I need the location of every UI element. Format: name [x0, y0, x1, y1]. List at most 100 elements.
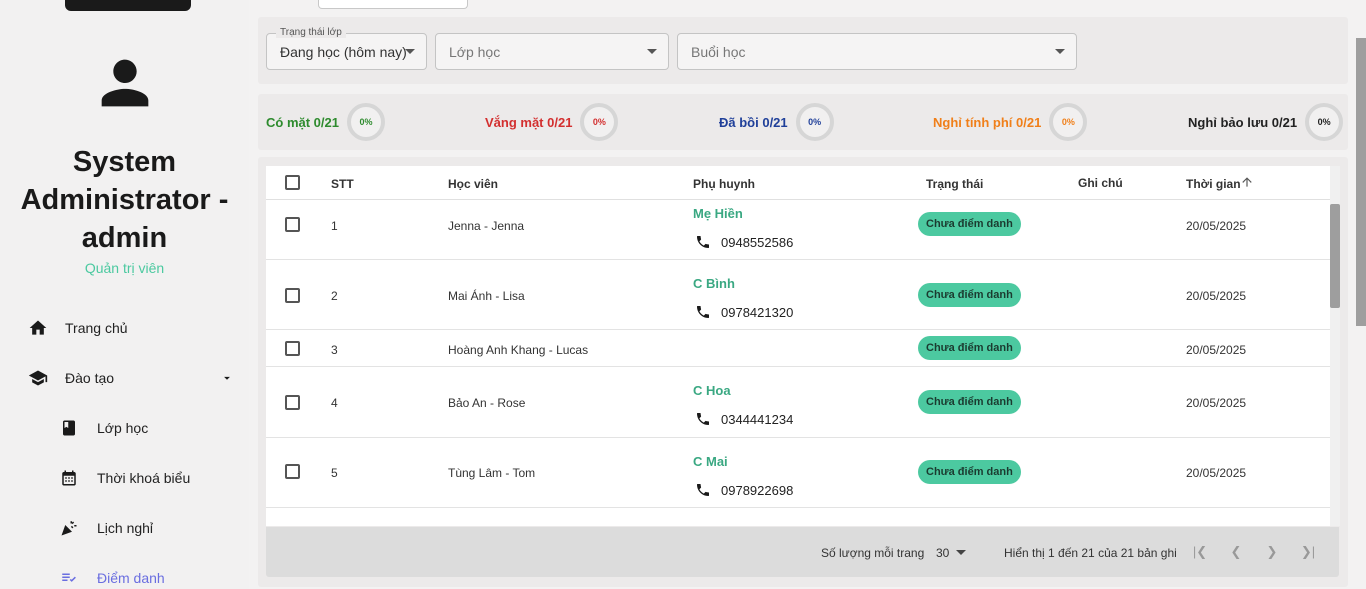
table-row: 5 Tùng Lâm - Tom C Mai 0978922698 Chưa đ…: [266, 438, 1330, 508]
progress-ring: 0%: [1305, 103, 1344, 141]
header-parent: Phụ huynh: [693, 177, 755, 191]
table-header: STT Học viên Phụ huynh Trạng thái Ghi ch…: [266, 166, 1330, 200]
stat-label: Có mặt 0/21: [266, 114, 339, 130]
progress-ring: 0%: [580, 103, 619, 141]
cell-student: Bảo An - Rose: [448, 396, 526, 410]
last-page-icon[interactable]: ❯|: [1300, 544, 1316, 560]
prev-page-icon[interactable]: ❮: [1228, 544, 1244, 560]
cell-time: 20/05/2025: [1186, 396, 1247, 410]
cell-student: Tùng Lâm - Tom: [448, 466, 536, 480]
status-badge[interactable]: Chưa điểm danh: [918, 460, 1021, 484]
cell-parent-name[interactable]: C Hoa: [693, 383, 731, 398]
book-icon: [59, 418, 79, 438]
cell-parent-name[interactable]: C Mai: [693, 454, 728, 469]
status-badge[interactable]: Chưa điểm danh: [918, 390, 1021, 414]
person-icon: [101, 59, 149, 107]
next-page-icon[interactable]: ❯: [1264, 544, 1280, 560]
cell-stt: 2: [331, 289, 338, 303]
stat-reserved-leave: Nghỉ bảo lưu 0/21 0%: [1188, 103, 1344, 141]
cell-phone: 0978922698: [721, 483, 794, 498]
class-status-value: Đang học (hôm nay): [280, 43, 407, 60]
table-row: 2 Mai Ánh - Lisa C Bình 0978421320 Chưa …: [266, 260, 1330, 330]
header-status: Trạng thái: [926, 177, 984, 191]
cell-stt: 4: [331, 396, 338, 410]
row-checkbox[interactable]: [285, 341, 300, 356]
first-page-icon[interactable]: |❮: [1192, 544, 1208, 560]
row-checkbox[interactable]: [285, 395, 300, 410]
phone-icon: [695, 482, 711, 498]
dropdown-arrow-icon: [1055, 49, 1065, 54]
user-role: Quản trị viên: [84, 260, 165, 276]
nav-item-attendance[interactable]: Điểm danh: [0, 558, 249, 589]
nav-item-training[interactable]: Đào tạo: [0, 358, 249, 398]
per-page-label: Số lượng mỗi trang: [821, 546, 925, 560]
cell-parent-name[interactable]: Mẹ Hiền: [693, 206, 743, 221]
pagination-bar: Số lượng mỗi trang 30 Hiển thị 1 đến 21 …: [266, 527, 1339, 577]
cell-phone: 0948552586: [721, 235, 794, 250]
session-placeholder: Buổi học: [691, 43, 746, 60]
cell-parent-name[interactable]: C Bình: [693, 276, 735, 291]
progress-ring: 0%: [1049, 103, 1088, 141]
cell-student: Hoàng Anh Khang - Lucas: [448, 343, 589, 357]
cell-time: 20/05/2025: [1186, 343, 1247, 357]
row-checkbox[interactable]: [285, 288, 300, 303]
nav-label-attendance: Điểm danh: [97, 570, 165, 586]
nav-item-timetable[interactable]: Thời khoá biểu: [0, 458, 249, 498]
status-badge[interactable]: Chưa điểm danh: [918, 283, 1021, 307]
cell-stt: 5: [331, 466, 338, 480]
stat-paid-leave: Nghỉ tính phí 0/21 0%: [933, 103, 1088, 141]
cell-student: Jenna - Jenna: [448, 219, 525, 233]
page-scrollbar-thumb[interactable]: [1356, 38, 1366, 326]
dropdown-arrow-icon: [647, 49, 657, 54]
stat-makeup: Đã bồi 0/21 0%: [719, 103, 834, 141]
cell-stt: 1: [331, 219, 338, 233]
phone-icon: [695, 411, 711, 427]
cell-student: Mai Ánh - Lisa: [448, 289, 525, 303]
cell-time: 20/05/2025: [1186, 219, 1247, 233]
phone-icon: [695, 234, 711, 250]
header-time[interactable]: Thời gian: [1186, 177, 1241, 191]
per-page-select[interactable]: 30: [936, 546, 949, 560]
header-stt: STT: [331, 177, 354, 191]
stat-label: Nghỉ bảo lưu 0/21: [1188, 114, 1298, 130]
stat-present: Có mặt 0/21 0%: [266, 103, 385, 141]
row-checkbox[interactable]: [285, 464, 300, 479]
table-row: 4 Bảo An - Rose C Hoa 0344441234 Chưa đi…: [266, 367, 1330, 438]
session-select[interactable]: Buổi học: [677, 33, 1077, 70]
nav-item-classes[interactable]: Lớp học: [0, 408, 249, 448]
home-icon: [28, 318, 48, 338]
progress-ring: 0%: [346, 103, 385, 141]
header-student: Học viên: [448, 177, 499, 191]
stat-label: Đã bồi 0/21: [719, 114, 788, 130]
page-range: Hiển thị 1 đến 21 của 21 bản ghi: [1004, 546, 1177, 560]
nav-label-timetable: Thời khoá biểu: [97, 470, 191, 486]
table-row: 1 Jenna - Jenna Mẹ Hiền 0948552586 Chưa …: [266, 200, 1330, 260]
class-select[interactable]: Lớp học: [435, 33, 669, 70]
nav-item-leave[interactable]: Lịch nghỉ: [0, 508, 249, 548]
per-page-caret-icon[interactable]: [956, 550, 966, 555]
select-all-checkbox[interactable]: [285, 175, 300, 190]
class-status-select[interactable]: Trạng thái lớp Đang học (hôm nay): [266, 27, 427, 70]
dropdown-arrow-icon: [405, 49, 415, 54]
status-badge[interactable]: Chưa điểm danh: [918, 212, 1021, 236]
cell-stt: 3: [331, 343, 338, 357]
arrow-up-icon[interactable]: [1240, 175, 1254, 192]
status-badge[interactable]: Chưa điểm danh: [918, 336, 1021, 360]
calendar-icon: [59, 468, 79, 488]
class-status-label: Trạng thái lớp: [276, 27, 346, 38]
cell-time: 20/05/2025: [1186, 289, 1247, 303]
logo: [65, 0, 191, 11]
phone-icon: [695, 304, 711, 320]
nav-label-leave: Lịch nghỉ: [97, 520, 154, 536]
nav-label-home: Trang chủ: [65, 320, 128, 336]
top-input-stub[interactable]: [318, 0, 468, 9]
progress-ring: 0%: [795, 103, 834, 141]
cell-time: 20/05/2025: [1186, 466, 1247, 480]
user-name: System Administrator - admin: [20, 146, 229, 254]
table-scrollbar-thumb[interactable]: [1330, 204, 1340, 308]
table-row: 3 Hoàng Anh Khang - Lucas Chưa điểm danh…: [266, 330, 1330, 367]
row-checkbox[interactable]: [285, 217, 300, 232]
nav-item-home[interactable]: Trang chủ: [0, 308, 249, 348]
cell-phone: 0344441234: [721, 412, 794, 427]
class-placeholder: Lớp học: [449, 43, 501, 60]
